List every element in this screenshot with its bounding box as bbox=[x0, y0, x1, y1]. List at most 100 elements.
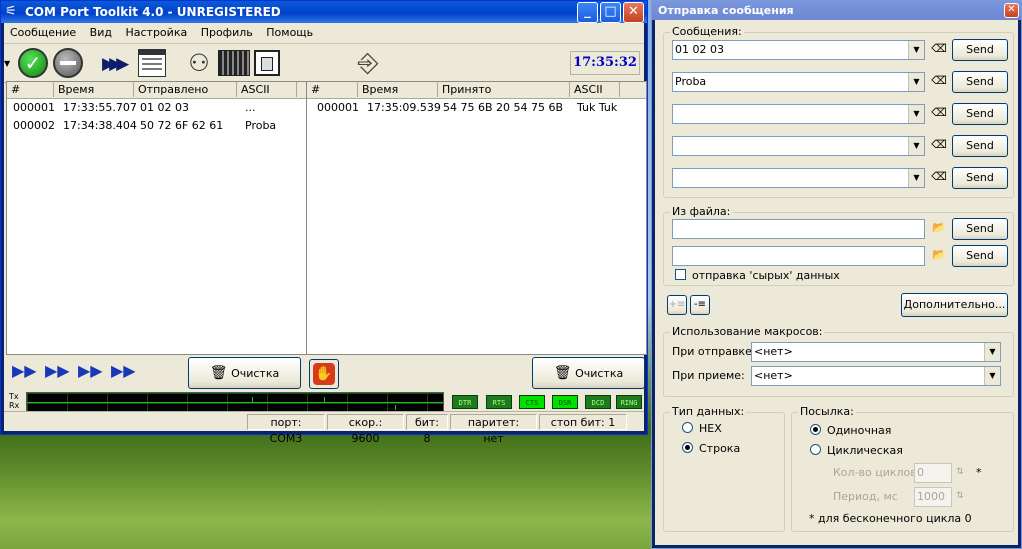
message-combo-1[interactable]: 01 02 03 ▼ bbox=[672, 40, 925, 60]
col-ascii[interactable]: ASCII bbox=[237, 82, 297, 97]
send-close-button[interactable]: ✕ bbox=[1004, 3, 1019, 18]
macro-3-icon[interactable]: ▶▶ bbox=[78, 361, 103, 380]
eraser-icon[interactable]: ⌫ bbox=[928, 136, 950, 156]
chevron-down-icon[interactable]: ▼ bbox=[908, 137, 924, 155]
string-radio[interactable]: Строка bbox=[682, 442, 740, 455]
macro-4-icon[interactable]: ▶▶ bbox=[111, 361, 136, 380]
menu-help[interactable]: Помощь bbox=[262, 26, 317, 39]
send-titlebar[interactable]: Отправка сообщения ✕ bbox=[652, 1, 1021, 20]
stop-hand-icon: ✋ bbox=[313, 363, 335, 385]
close-button[interactable]: ✕ bbox=[623, 2, 644, 23]
remove-line-icon[interactable]: -≡ bbox=[690, 295, 710, 315]
col-sent[interactable]: Отправлено bbox=[134, 82, 237, 97]
send-file-button-2[interactable]: Send bbox=[952, 245, 1008, 267]
folder-open-icon[interactable]: 📂 bbox=[928, 246, 950, 266]
received-panel: # Время Принято ASCII 000001 17:35:09.53… bbox=[306, 81, 647, 355]
col-time[interactable]: Время bbox=[358, 82, 438, 97]
log-edit-icon[interactable] bbox=[138, 49, 166, 77]
cycles-input[interactable]: 0 bbox=[914, 463, 952, 483]
col-ascii[interactable]: ASCII bbox=[570, 82, 620, 97]
radio-circle[interactable] bbox=[810, 444, 821, 455]
dropdown-arrow-icon[interactable]: ▼ bbox=[4, 59, 10, 68]
stop-hand-button[interactable]: ✋ bbox=[309, 359, 339, 389]
radio-circle[interactable] bbox=[682, 442, 693, 453]
eraser-icon[interactable]: ⌫ bbox=[928, 104, 950, 124]
device-icon[interactable] bbox=[218, 50, 250, 76]
spin-icon[interactable]: ⇅ bbox=[952, 487, 968, 507]
send-button-4[interactable]: Send bbox=[952, 135, 1008, 157]
clear-sent-button[interactable]: 🗑 Очистка bbox=[188, 357, 301, 389]
maximize-button[interactable]: □ bbox=[600, 2, 621, 23]
chevron-down-icon[interactable]: ▼ bbox=[908, 169, 924, 187]
table-row[interactable]: 000001 17:35:09.539 54 75 6B 20 54 75 6B… bbox=[307, 99, 646, 117]
raw-data-checkbox[interactable]: отправка 'сырых' данных bbox=[675, 269, 840, 283]
macro-group-label: Использование макросов: bbox=[670, 325, 825, 339]
clear-received-button[interactable]: 🗑 Очистка bbox=[532, 357, 645, 389]
file-path-input-1[interactable] bbox=[672, 219, 925, 239]
cell-data: 01 02 03 bbox=[140, 101, 189, 114]
message-combo-3[interactable]: ▼ bbox=[672, 104, 925, 124]
send-button-5[interactable]: Send bbox=[952, 167, 1008, 189]
message-combo-2[interactable]: Proba ▼ bbox=[672, 72, 925, 92]
send-button-3[interactable]: Send bbox=[952, 103, 1008, 125]
eraser-icon[interactable]: ⌫ bbox=[928, 168, 950, 188]
table-row[interactable]: 000001 17:33:55.707 01 02 03 ... bbox=[7, 99, 306, 117]
menu-settings[interactable]: Настройка bbox=[121, 26, 191, 39]
add-line-icon[interactable]: +≡ bbox=[667, 295, 687, 315]
send-button-1[interactable]: Send bbox=[952, 39, 1008, 61]
connect-icon[interactable]: ✓ bbox=[18, 48, 48, 78]
eraser-icon[interactable]: ⌫ bbox=[928, 72, 950, 92]
radio-circle[interactable] bbox=[682, 422, 693, 433]
status-stopbits: стоп бит: 1 bbox=[539, 414, 627, 430]
spin-icon[interactable]: ⇅ bbox=[952, 463, 968, 483]
cell-time: 17:35:09.539 bbox=[367, 101, 441, 114]
chevron-down-icon[interactable]: ▼ bbox=[984, 367, 1000, 385]
send-window: Отправка сообщения ✕ Сообщения: 01 02 03… bbox=[651, 0, 1022, 549]
send-file-button-1[interactable]: Send bbox=[952, 218, 1008, 240]
message-combo-5[interactable]: ▼ bbox=[672, 168, 925, 188]
cyclic-radio[interactable]: Циклическая bbox=[810, 444, 903, 457]
table-row[interactable]: 000002 17:34:38.404 50 72 6F 62 61 Proba bbox=[7, 117, 306, 135]
col-time[interactable]: Время bbox=[54, 82, 134, 97]
sent-panel: # Время Отправлено ASCII 000001 17:33:55… bbox=[6, 81, 307, 355]
menu-view[interactable]: Вид bbox=[86, 26, 116, 39]
checkbox-box[interactable] bbox=[675, 269, 686, 280]
macro-1-icon[interactable]: ▶▶ bbox=[12, 361, 37, 380]
folder-open-icon[interactable]: 📂 bbox=[928, 219, 950, 239]
hex-radio[interactable]: HEX bbox=[682, 422, 722, 435]
col-received[interactable]: Принято bbox=[438, 82, 570, 97]
period-input[interactable]: 1000 bbox=[914, 487, 952, 507]
minimize-button[interactable]: _ bbox=[577, 2, 598, 23]
col-num[interactable]: # bbox=[307, 82, 358, 97]
macro-2-icon[interactable]: ▶▶ bbox=[45, 361, 70, 380]
chevron-down-icon[interactable]: ▼ bbox=[908, 73, 924, 91]
chevron-down-icon[interactable]: ▼ bbox=[908, 41, 924, 59]
advanced-button[interactable]: Дополнительно... bbox=[901, 293, 1008, 317]
col-num[interactable]: # bbox=[7, 82, 54, 97]
main-titlebar[interactable]: ⚟ COM Port Toolkit 4.0 - UNREGISTERED _ … bbox=[1, 1, 647, 23]
single-radio[interactable]: Одиночная bbox=[810, 424, 891, 437]
port-settings-icon[interactable]: ⚇ bbox=[184, 48, 214, 78]
message-combo-4[interactable]: ▼ bbox=[672, 136, 925, 156]
file-path-input-2[interactable] bbox=[672, 246, 925, 266]
on-receive-combo[interactable]: <нет> ▼ bbox=[751, 366, 1001, 386]
cell-time: 17:34:38.404 bbox=[63, 119, 137, 132]
cell-num: 000001 bbox=[317, 101, 359, 114]
chevron-down-icon[interactable]: ▼ bbox=[908, 105, 924, 123]
led-strip: DTR RTS CTS DSR DCD RING bbox=[452, 394, 646, 410]
radio-circle[interactable] bbox=[810, 424, 821, 435]
chip-icon[interactable] bbox=[254, 50, 280, 76]
send-all-icon[interactable]: ▶▶▶ bbox=[102, 54, 129, 74]
send-title: Отправка сообщения bbox=[658, 4, 794, 17]
eraser-icon[interactable]: ⌫ bbox=[928, 40, 950, 60]
main-client: Сообщение Вид Настройка Профиль Помощь ▼… bbox=[4, 23, 647, 445]
disconnect-icon[interactable] bbox=[53, 48, 83, 78]
cell-ascii: Proba bbox=[245, 119, 277, 132]
on-send-combo[interactable]: <нет> ▼ bbox=[751, 342, 1001, 362]
menu-message[interactable]: Сообщение bbox=[6, 26, 80, 39]
menu-profile[interactable]: Профиль bbox=[197, 26, 257, 39]
exit-door-icon[interactable]: ⎆ bbox=[353, 48, 383, 78]
send-button-2[interactable]: Send bbox=[952, 71, 1008, 93]
cycles-label: Кол-во циклов bbox=[833, 466, 917, 479]
chevron-down-icon[interactable]: ▼ bbox=[984, 343, 1000, 361]
